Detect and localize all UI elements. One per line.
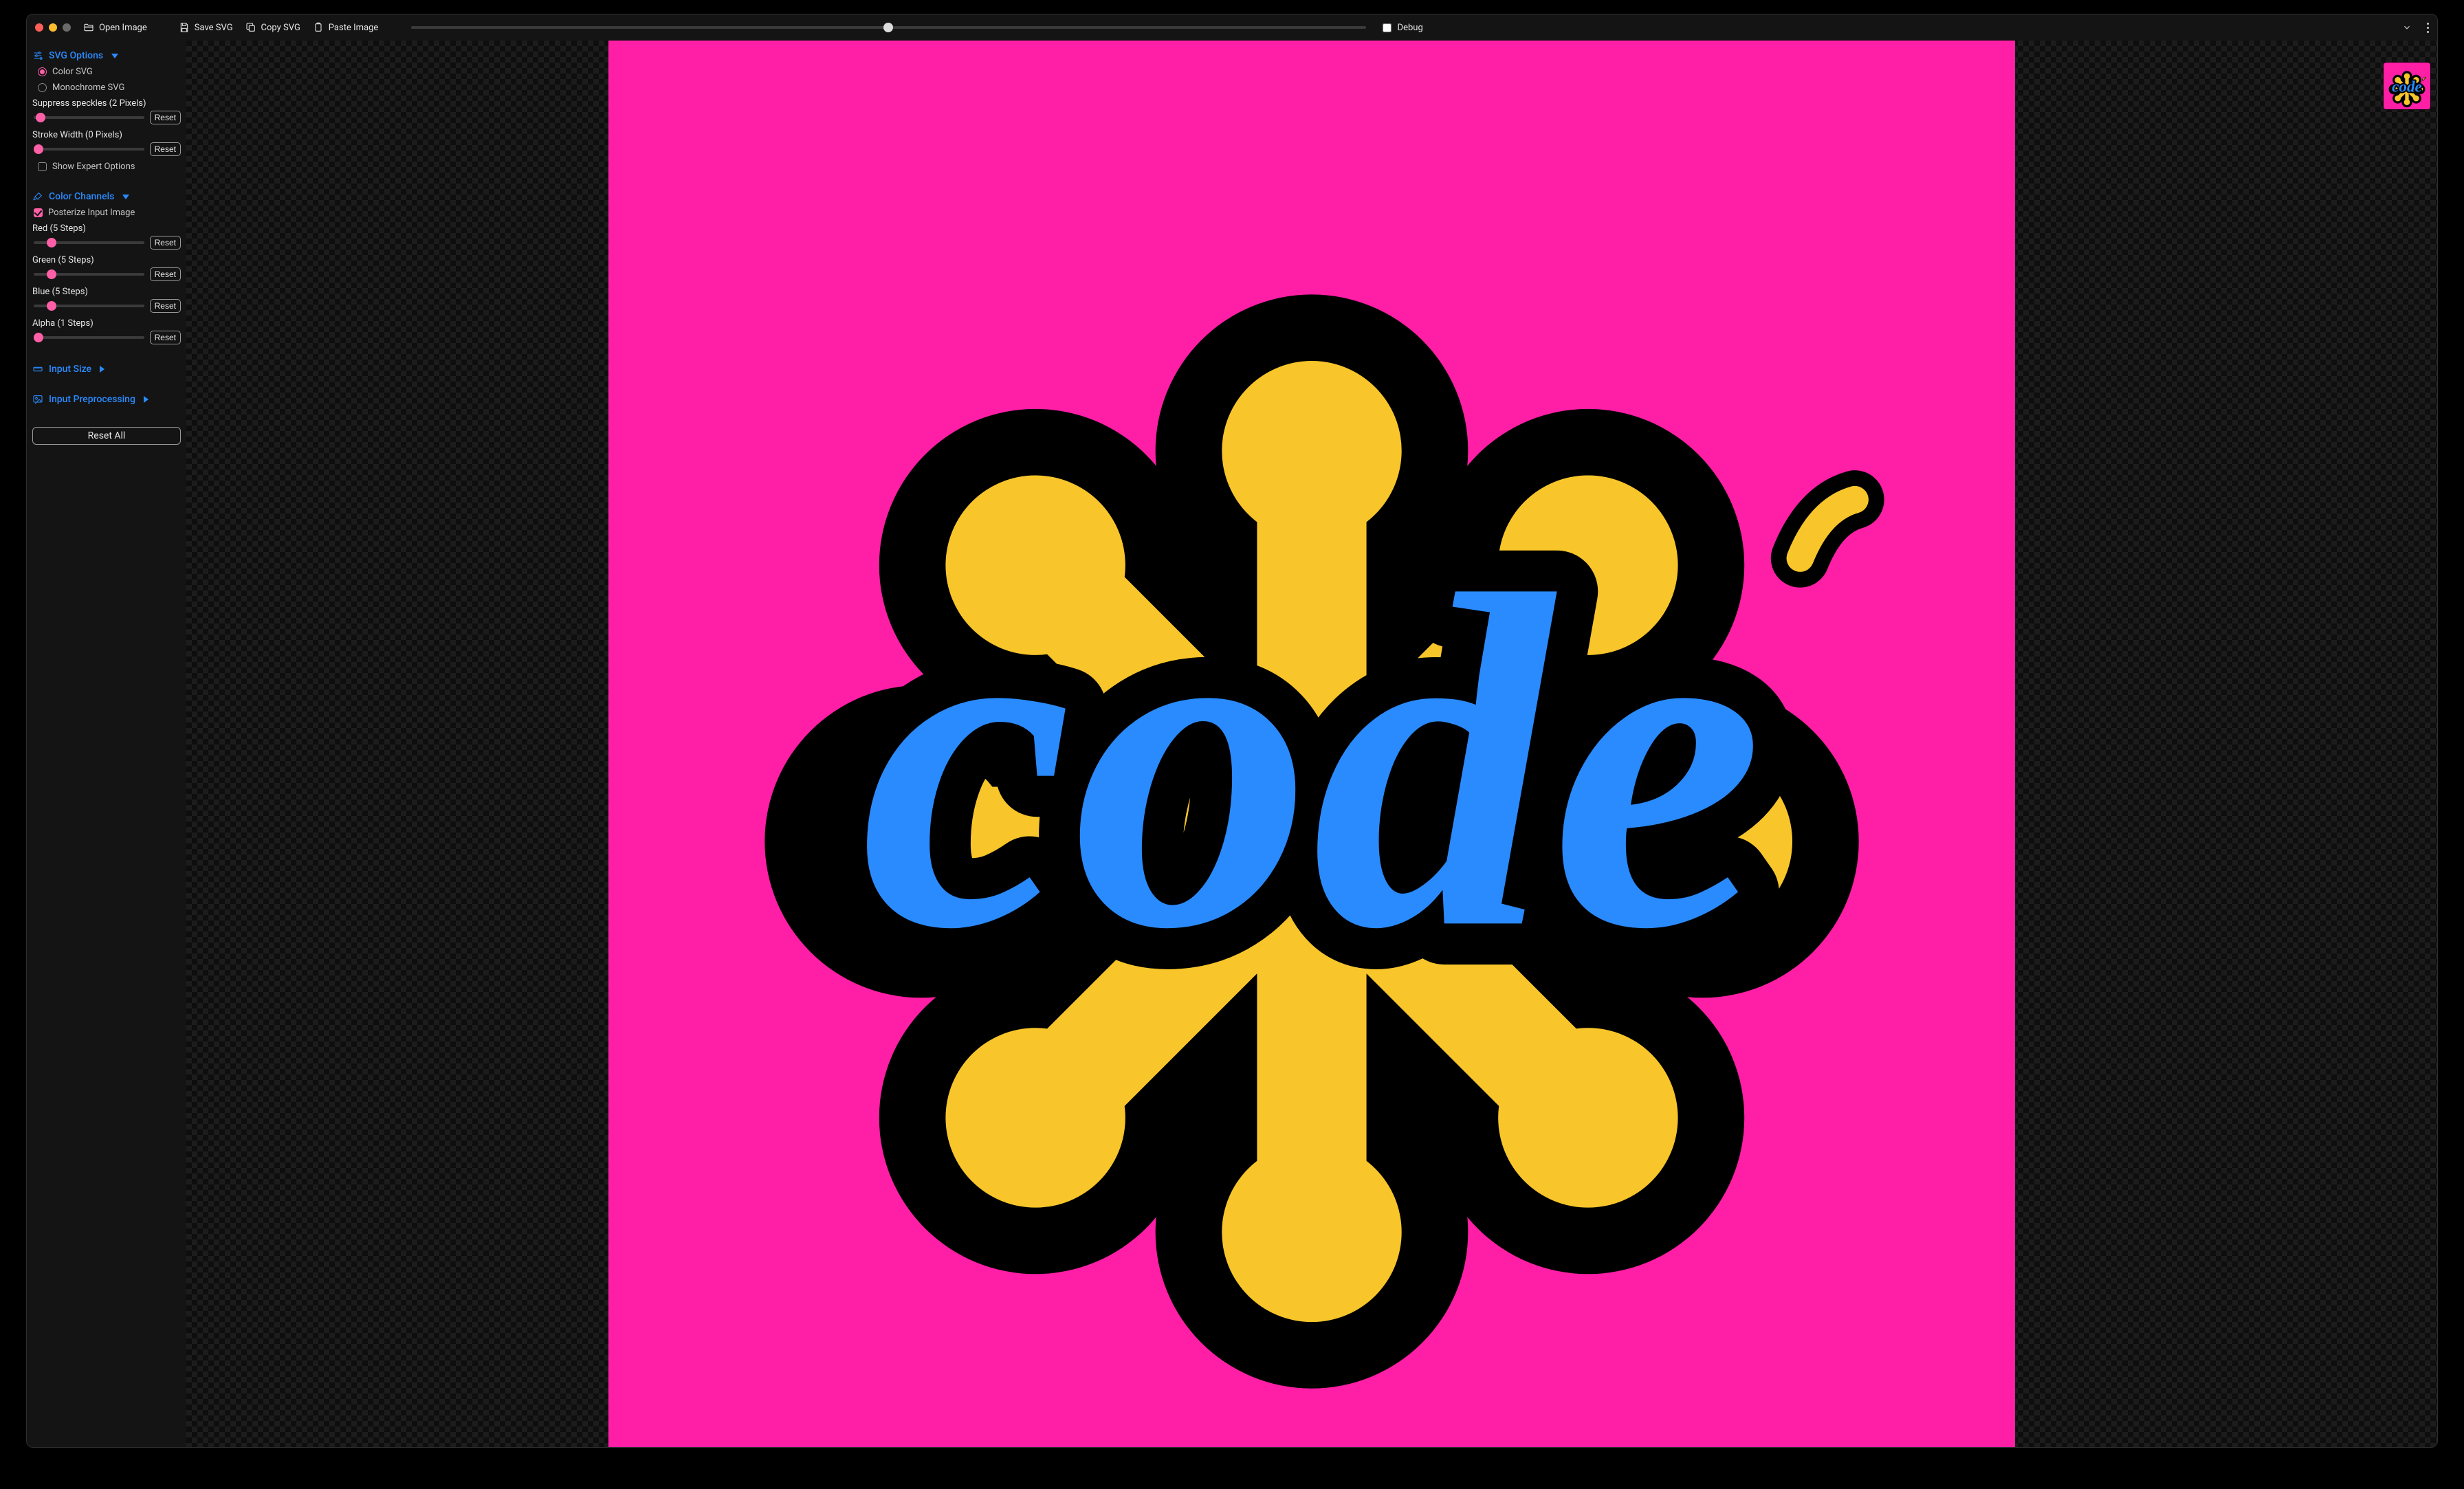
canvas-inner: code code [186,41,2437,1447]
svg-text:code: code [2392,78,2422,96]
alpha-reset[interactable]: Reset [150,331,181,344]
window-controls [35,23,71,32]
section-input-preprocessing-title: Input Preprocessing [49,394,135,405]
section-input-size-title: Input Size [49,364,91,375]
copy-svg-label: Copy SVG [261,23,300,33]
app-body: SVG Options Color SVG Monochrome SVG Sup… [27,41,2437,1447]
svg-text:code: code [860,497,1763,1027]
sidebar: SVG Options Color SVG Monochrome SVG Sup… [27,41,186,1447]
posterize-label: Posterize Input Image [48,208,135,218]
show-expert-options-label: Show Expert Options [52,162,135,172]
control-blue: Blue (5 Steps) Reset [30,285,184,314]
checkbox-icon [38,162,47,171]
checkbox-icon [34,208,43,217]
posterize-toggle[interactable]: Posterize Input Image [30,206,184,219]
control-stroke-width: Stroke Width (0 Pixels) Reset [30,129,184,157]
more-menu-button[interactable] [2427,23,2429,33]
canvas-area[interactable]: codecode codecode [186,41,2437,1447]
green-label: Green (5 Steps) [32,255,181,265]
red-label: Red (5 Steps) [32,223,181,234]
blue-reset[interactable]: Reset [150,299,181,313]
open-image-label: Open Image [99,23,147,33]
section-input-size[interactable]: Input Size [30,361,184,376]
control-green: Green (5 Steps) Reset [30,254,184,283]
debug-label: Debug [1398,23,1423,33]
radio-monochrome-svg-label: Monochrome SVG [52,82,124,93]
green-slider[interactable] [34,269,144,280]
blue-label: Blue (5 Steps) [32,287,181,297]
collapse-panel-button[interactable] [2402,23,2412,32]
suppress-speckles-slider[interactable] [34,112,144,123]
app-window: Open Image Save SVG Copy SVG Paste Image… [26,14,2438,1448]
paste-image-button[interactable]: Paste Image [313,22,378,33]
copy-icon [245,22,256,33]
blue-slider[interactable] [34,300,144,311]
radio-icon [38,67,47,76]
save-icon [179,22,190,33]
sliders-icon [32,50,43,61]
green-reset[interactable]: Reset [150,267,181,281]
radio-monochrome-svg[interactable]: Monochrome SVG [30,81,184,94]
radio-color-svg[interactable]: Color SVG [30,65,184,78]
input-thumbnail-image: codecode [2384,63,2430,109]
section-input-preprocessing[interactable]: Input Preprocessing [30,391,184,406]
folder-icon [83,22,94,33]
titlebar-right [2402,23,2429,33]
section-color-channels-title: Color Channels [49,191,114,202]
radio-color-svg-label: Color SVG [52,67,93,77]
brush-icon [32,191,43,202]
show-expert-options-toggle[interactable]: Show Expert Options [30,160,184,173]
close-window-button[interactable] [35,23,43,32]
alpha-slider[interactable] [34,332,144,343]
open-image-button[interactable]: Open Image [83,22,147,33]
image-icon [32,394,43,405]
minimize-window-button[interactable] [49,23,57,32]
save-svg-button[interactable]: Save SVG [179,22,233,33]
control-red: Red (5 Steps) Reset [30,222,184,251]
section-svg-options-title: SVG Options [49,50,103,61]
chevron-right-icon [100,366,104,373]
chevron-down-icon [122,195,129,199]
red-reset[interactable]: Reset [150,236,181,250]
control-alpha: Alpha (1 Steps) Reset [30,317,184,346]
chevron-down-icon [111,54,118,58]
section-color-channels[interactable]: Color Channels [30,188,184,203]
debug-checkbox[interactable] [1383,23,1392,32]
save-svg-label: Save SVG [195,23,233,33]
debug-toggle[interactable]: Debug [1380,21,1423,34]
alpha-label: Alpha (1 Steps) [32,318,181,329]
section-svg-options[interactable]: SVG Options [30,47,184,63]
fullscreen-window-button[interactable] [63,23,71,32]
reset-all-button[interactable]: Reset All [32,427,181,445]
titlebar: Open Image Save SVG Copy SVG Paste Image… [27,14,2437,41]
red-slider[interactable] [34,237,144,248]
paste-image-label: Paste Image [329,23,378,33]
zoom-slider[interactable] [411,22,1365,33]
radio-icon [38,83,47,92]
copy-svg-button[interactable]: Copy SVG [245,22,300,33]
paste-icon [313,22,324,33]
control-suppress-speckles: Suppress speckles (2 Pixels) Reset [30,97,184,126]
stroke-width-slider[interactable] [34,144,144,155]
stroke-width-reset[interactable]: Reset [150,142,181,156]
ruler-icon [32,364,43,375]
suppress-speckles-reset[interactable]: Reset [150,111,181,124]
stroke-width-label: Stroke Width (0 Pixels) [32,130,181,140]
chevron-right-icon [144,396,148,403]
input-thumbnail[interactable]: codecode [2384,63,2430,109]
suppress-speckles-label: Suppress speckles (2 Pixels) [32,98,181,109]
output-preview: codecode [608,41,2015,1447]
